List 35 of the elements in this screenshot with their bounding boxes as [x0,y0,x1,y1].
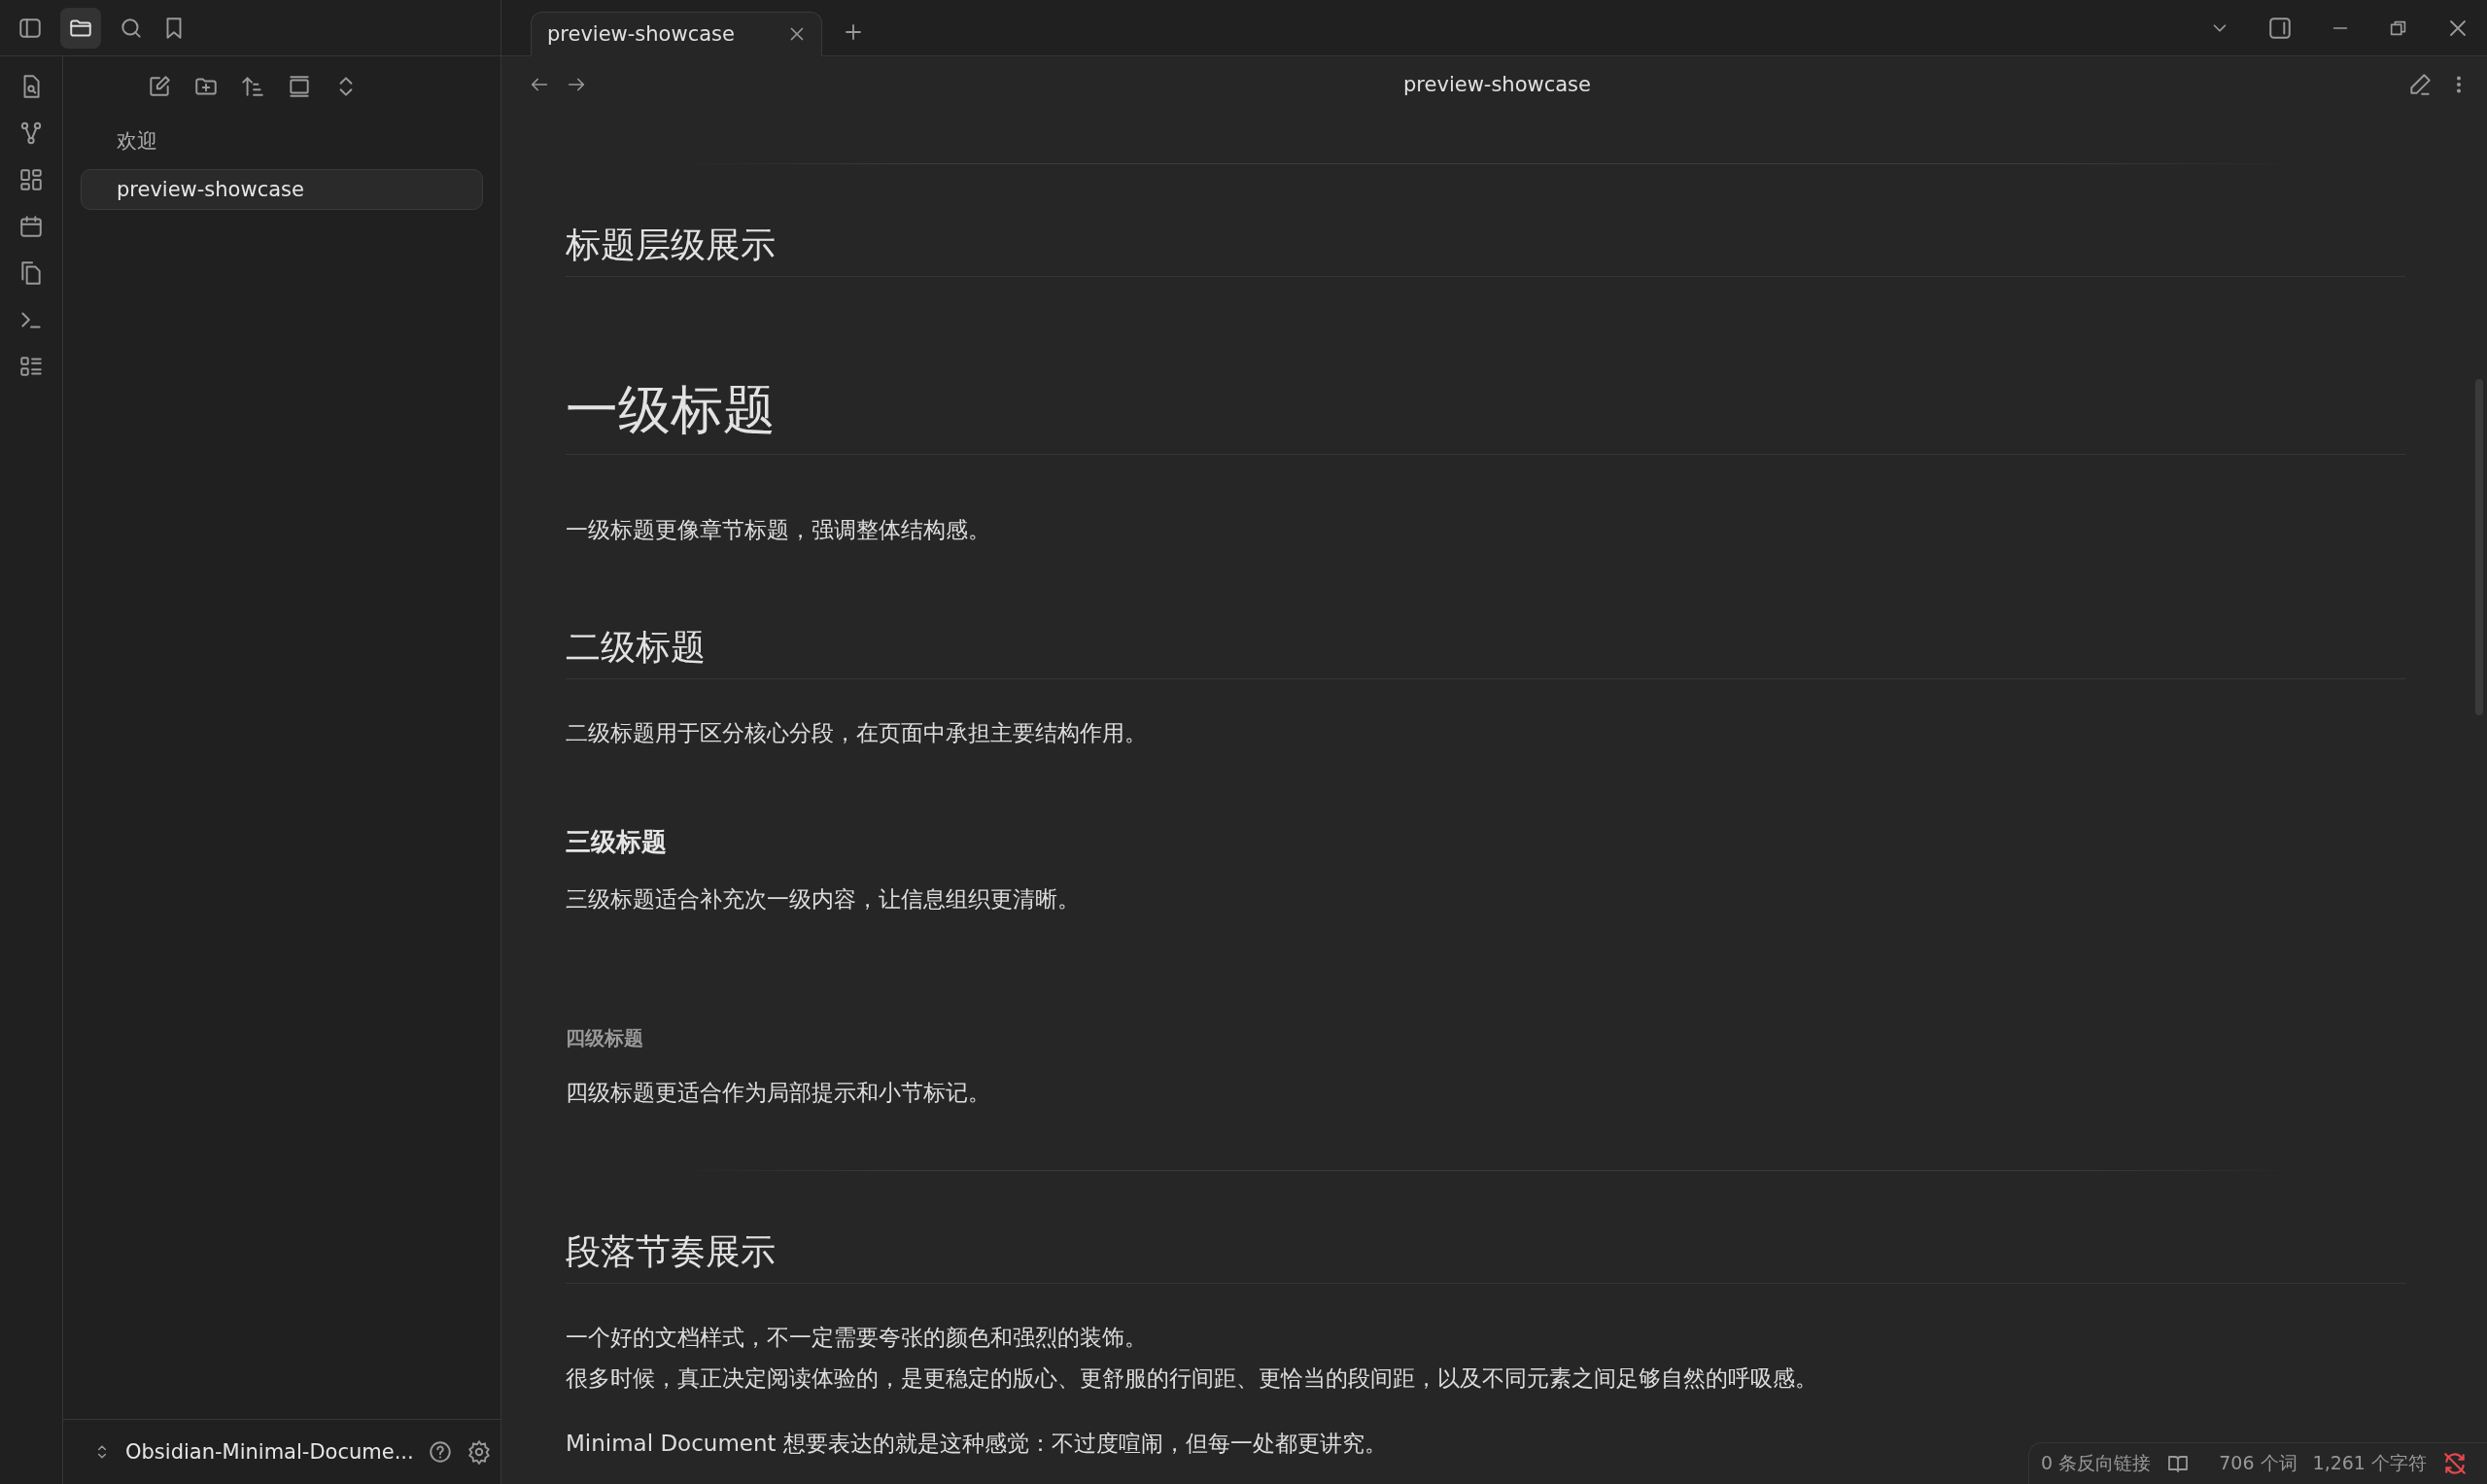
tab-title: preview-showcase [547,22,735,46]
sync-error-icon[interactable] [2442,1451,2468,1476]
heading: 一级标题 [566,376,2405,455]
sort-icon[interactable] [240,74,265,99]
calendar-icon[interactable] [18,214,44,239]
heading: 标题层级展示 [566,223,2405,277]
paragraph: 一级标题更像章节标题，强调整体结构感。 [566,516,990,544]
help-icon[interactable] [427,1439,453,1465]
document-tab[interactable]: preview-showcase [531,12,822,56]
collapse-icon[interactable] [287,74,312,99]
heading: 三级标题 [566,826,668,858]
right-sidebar-toggle-icon[interactable] [2267,15,2293,41]
character-count: 1,261 个字符 [2312,1451,2427,1475]
list-icon[interactable] [18,354,44,379]
heading: 四级标题 [566,1025,644,1052]
blocks-icon[interactable] [18,167,44,192]
copy-icon[interactable] [18,260,44,286]
word-count: 706 个词 [2219,1451,2297,1475]
settings-icon[interactable] [466,1439,492,1465]
vault-switcher[interactable]: Obsidian-Minimal-Docume... [125,1440,414,1464]
paragraph: Minimal Document 想要表达的就是这种感觉：不过度喧闹，但每一处都更讲究。 [566,1430,1387,1458]
files-tab[interactable] [60,7,101,49]
heading: 段落节奏展示 [566,1229,2405,1284]
paragraph: 四级标题更适合作为局部提示和小节标记。 [566,1079,990,1107]
graph-icon[interactable] [18,121,44,146]
file-item[interactable]: 欢迎 [81,119,483,163]
paragraph: 二级标题用于区分核心分段，在页面中承担主要结构作用。 [566,719,1147,747]
edit-icon[interactable] [2407,72,2433,97]
heading: 二级标题 [566,625,2405,679]
file-item[interactable]: preview-showcase [81,169,483,210]
new-note-icon[interactable] [147,74,172,99]
paragraph: 三级标题适合补充次一级内容，让信息组织更清晰。 [566,885,1080,914]
backlinks-count[interactable]: 0 条反向链接 [2041,1451,2152,1476]
paragraph: 一个好的文档样式，不一定需要夸张的颜色和强烈的装饰。 很多时候，真正决定阅读体验的，是更稳定的版心、更舒服的行间距、更恰当的段间距，以及不同元素之间足够自然的呼吸感。 [566,1324,1817,1393]
note-title: preview-showcase [1403,73,1591,96]
